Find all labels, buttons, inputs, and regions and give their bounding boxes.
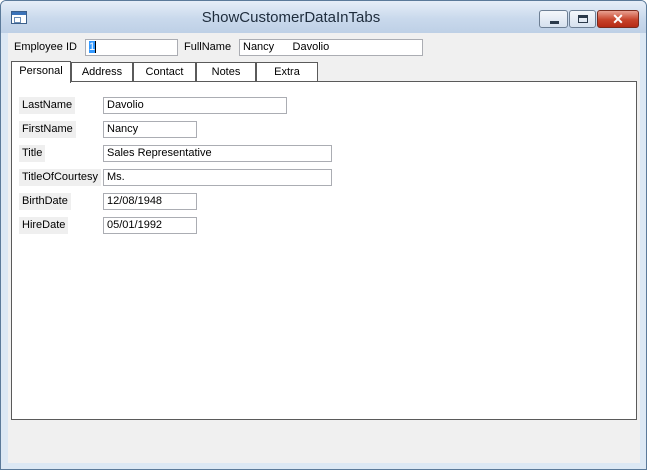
fullname-input[interactable]: Nancy Davolio xyxy=(239,39,423,56)
tab-address[interactable]: Address xyxy=(71,62,133,82)
window-title: ShowCustomerDataInTabs xyxy=(201,9,381,26)
tab-personal[interactable]: Personal xyxy=(11,61,71,83)
fullname-label: FullName xyxy=(184,38,232,56)
title-of-courtesy-label: TitleOfCourtesy xyxy=(19,169,102,186)
text-caret xyxy=(95,41,97,54)
client-area: Employee ID 1 FullName Nancy Davolio Per… xyxy=(8,33,640,463)
firstname-label: FirstName xyxy=(19,121,76,138)
tab-contact[interactable]: Contact xyxy=(133,62,196,82)
hiredate-input[interactable]: 05/01/1992 xyxy=(103,217,197,234)
lastname-label: LastName xyxy=(19,97,76,114)
employee-id-input[interactable]: 1 xyxy=(85,39,178,56)
app-window: ShowCustomerDataInTabs ✕ Employee ID 1 F… xyxy=(0,0,647,470)
minimize-button[interactable] xyxy=(539,10,568,28)
maximize-button[interactable] xyxy=(569,10,596,28)
maximize-icon xyxy=(578,15,588,23)
employee-id-label: Employee ID xyxy=(14,38,77,56)
birthdate-input[interactable]: 12/08/1948 xyxy=(103,193,197,210)
title-of-courtesy-input[interactable]: Ms. xyxy=(103,169,332,186)
title-input[interactable]: Sales Representative xyxy=(103,145,332,162)
hiredate-label: HireDate xyxy=(19,217,69,234)
tab-extra[interactable]: Extra xyxy=(256,62,318,82)
firstname-input[interactable]: Nancy xyxy=(103,121,197,138)
close-button[interactable]: ✕ xyxy=(597,10,639,28)
tab-notes[interactable]: Notes xyxy=(196,62,256,82)
tab-panel-personal: LastName Davolio FirstName Nancy Title S… xyxy=(11,81,637,420)
birthdate-label: BirthDate xyxy=(19,193,71,210)
close-icon: ✕ xyxy=(612,11,624,27)
minimize-icon xyxy=(550,21,559,24)
title-bar[interactable]: ShowCustomerDataInTabs ✕ xyxy=(1,1,646,33)
lastname-input[interactable]: Davolio xyxy=(103,97,287,114)
title-label: Title xyxy=(19,145,46,162)
